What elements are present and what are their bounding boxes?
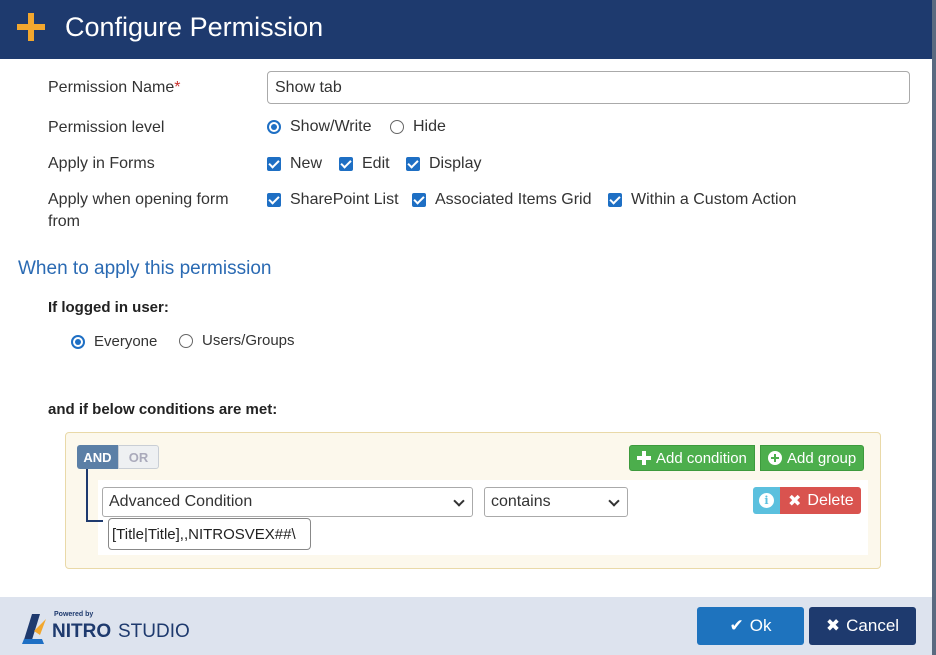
radio-show-write[interactable]: Show/Write [267, 118, 372, 136]
apply-in-forms-label: Apply in Forms [48, 155, 155, 172]
add-condition-button[interactable]: Add condition [629, 445, 755, 471]
radio-everyone-label: Everyone [94, 333, 158, 350]
checkbox-associated-items-grid-label: Associated Items Grid [435, 191, 592, 208]
section-title: When to apply this permission [18, 258, 272, 279]
close-icon: ✖ [825, 616, 841, 635]
ok-label: Ok [749, 616, 772, 635]
operator-select-value: contains [491, 493, 551, 510]
condition-value-text: [Title|Title],,NITROSVEX##\ [112, 525, 296, 543]
info-button[interactable]: i [753, 487, 780, 514]
radio-everyone[interactable]: Everyone [71, 333, 157, 350]
radio-selected-icon [267, 120, 281, 134]
cancel-label: Cancel [846, 616, 900, 635]
ok-button[interactable]: ✔ Ok [697, 607, 804, 645]
required-mark: * [174, 79, 181, 96]
add-group-label: Add group [787, 449, 857, 467]
logo-studio: STUDIO [118, 621, 190, 642]
checkbox-sharepoint-list[interactable]: SharePoint List [267, 191, 399, 209]
permission-name-label: Permission Name* [48, 77, 181, 99]
checkbox-associated-items-grid[interactable]: Associated Items Grid [412, 191, 592, 209]
close-icon: ✖ [788, 492, 802, 510]
condition-value-input[interactable]: [Title|Title],,NITROSVEX##\ [108, 518, 311, 550]
chevron-down-icon [608, 495, 620, 507]
tree-connector [86, 520, 103, 522]
permission-level-label: Permission level [48, 119, 165, 136]
logged-in-user-label: If logged in user: [48, 299, 169, 316]
radio-show-write-label: Show/Write [290, 118, 372, 135]
checkbox-checked-icon [267, 157, 281, 171]
checkbox-checked-icon [412, 193, 426, 207]
checkbox-display-label: Display [429, 155, 482, 172]
permission-name-input[interactable] [267, 71, 910, 104]
checkbox-new-label: New [290, 155, 323, 172]
radio-unselected-icon [390, 120, 404, 134]
radio-hide-label: Hide [413, 118, 446, 135]
delete-button[interactable]: ✖ Delete [780, 487, 861, 514]
logo-nitro: NITRO [52, 621, 112, 642]
dialog-title-bar: Configure Permission [0, 0, 932, 59]
apply-when-opening-label-line2: from [48, 213, 80, 230]
permission-name-label-text: Permission Name [48, 79, 175, 96]
checkbox-within-custom-action[interactable]: Within a Custom Action [608, 191, 796, 209]
operator-select[interactable]: contains [484, 487, 628, 517]
checkbox-checked-icon [406, 157, 420, 171]
tree-connector [86, 469, 88, 521]
checkbox-display[interactable]: Display [406, 155, 481, 173]
radio-unselected-icon [179, 333, 193, 348]
radio-users-groups-label: Users/Groups [202, 332, 295, 349]
radio-users-groups[interactable]: Users/Groups [179, 332, 295, 349]
add-group-button[interactable]: Add group [760, 445, 865, 471]
cancel-button[interactable]: ✖ Cancel [809, 607, 916, 645]
radio-hide[interactable]: Hide [390, 118, 446, 136]
logo-powered-by: Powered by [54, 611, 94, 618]
nitro-studio-logo: Powered by NITRO STUDIO [20, 611, 195, 645]
checkbox-checked-icon [267, 193, 281, 207]
window-edge [932, 0, 936, 655]
checkbox-sharepoint-list-label: SharePoint List [290, 191, 399, 208]
add-condition-label: Add condition [656, 449, 747, 467]
info-icon: i [759, 493, 774, 508]
or-toggle-button[interactable]: OR [118, 445, 159, 469]
plus-icon [17, 13, 45, 41]
conditions-label: and if below conditions are met: [48, 401, 278, 418]
plus-icon [637, 451, 651, 465]
plus-circle-icon [768, 451, 782, 465]
and-toggle-button[interactable]: AND [77, 445, 118, 469]
apply-when-opening-label: Apply when opening form from [48, 189, 229, 233]
check-icon: ✔ [729, 616, 744, 635]
apply-when-opening-label-line1: Apply when opening form [48, 191, 229, 208]
nitro-logo-icon [22, 614, 46, 644]
checkbox-edit-label: Edit [362, 155, 390, 172]
checkbox-checked-icon [608, 193, 622, 207]
checkbox-within-custom-action-label: Within a Custom Action [631, 191, 797, 208]
dialog-title: Configure Permission [65, 12, 324, 42]
field-select-value: Advanced Condition [109, 493, 253, 510]
checkbox-new[interactable]: New [267, 155, 322, 173]
chevron-down-icon [453, 495, 465, 507]
radio-selected-icon [71, 334, 85, 349]
logic-toggle: AND OR [77, 445, 159, 469]
delete-label: Delete [807, 491, 854, 509]
checkbox-checked-icon [339, 157, 353, 171]
checkbox-edit[interactable]: Edit [339, 155, 390, 173]
field-select[interactable]: Advanced Condition [102, 487, 473, 517]
